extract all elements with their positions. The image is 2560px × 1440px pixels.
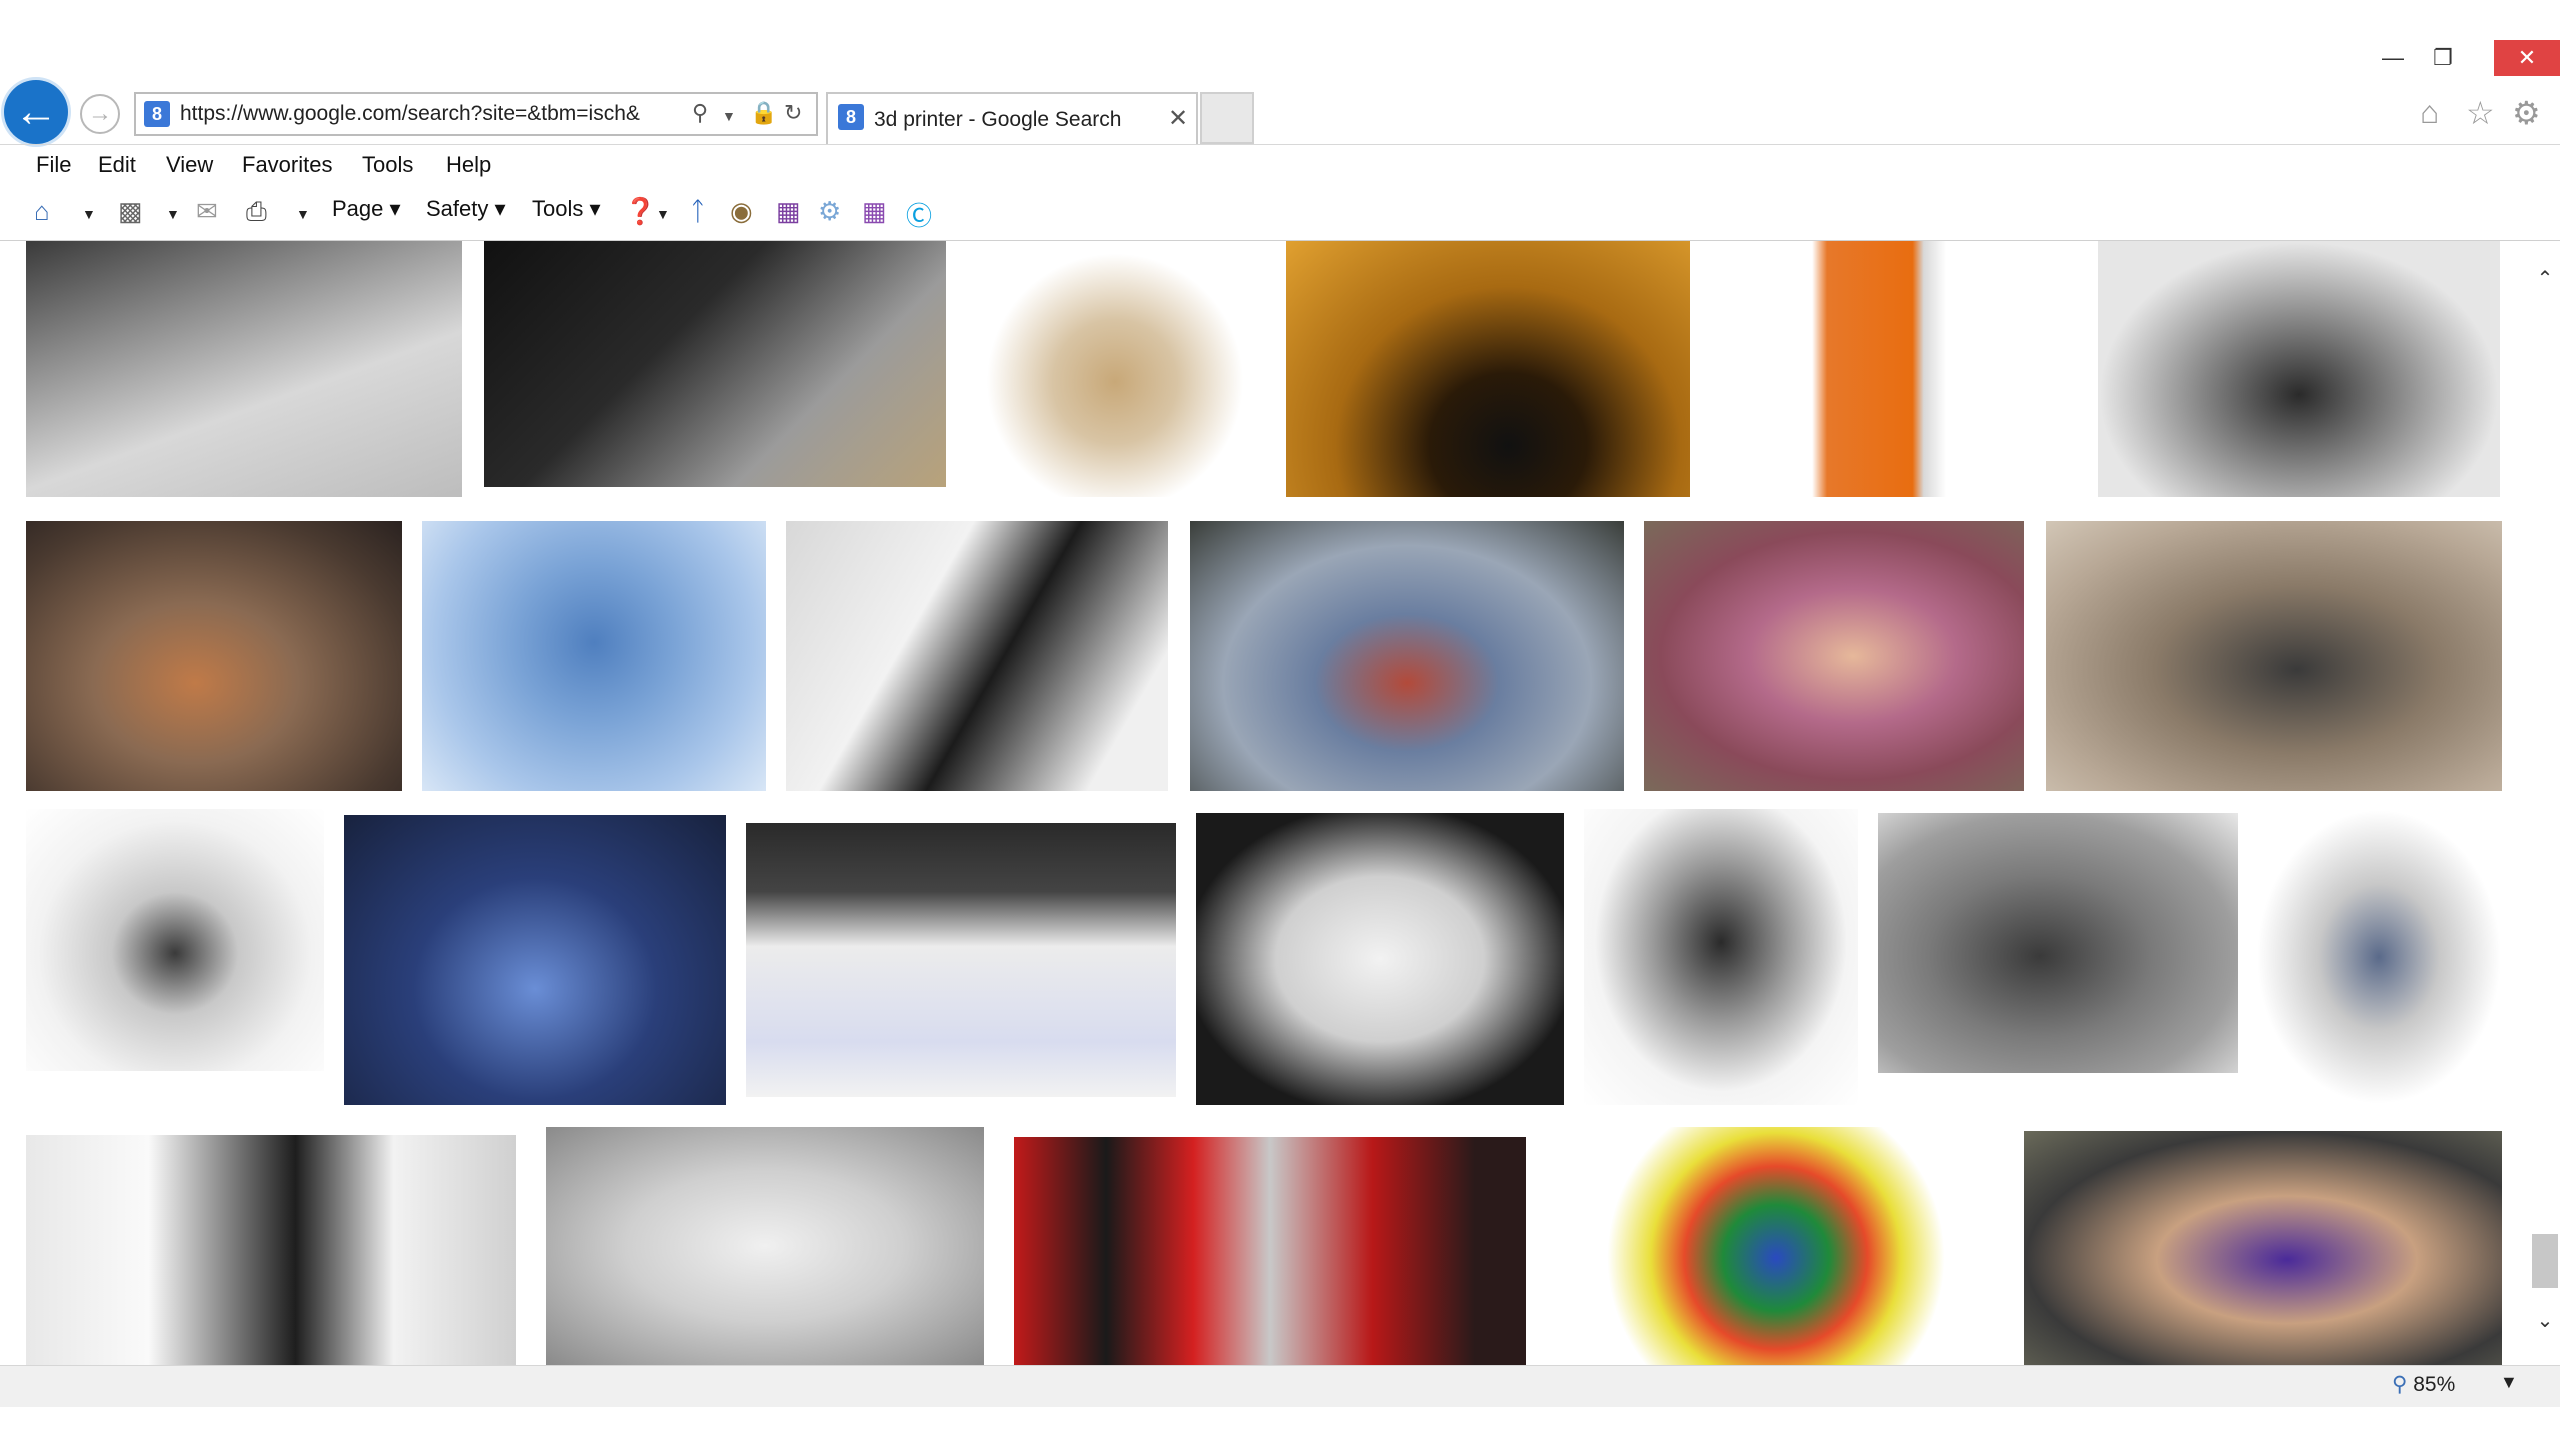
address-bar[interactable]: 8 https://www.google.com/search?site=&tb… xyxy=(134,92,818,136)
print-icon[interactable]: ⎙ xyxy=(246,196,267,228)
status-bar xyxy=(0,1365,2560,1408)
image-result[interactable] xyxy=(546,1127,984,1365)
scroll-thumb[interactable] xyxy=(2532,1234,2558,1288)
image-result[interactable] xyxy=(2256,809,2502,1105)
zoom-level[interactable]: ⚲ 85% xyxy=(2392,1372,2455,1397)
dropdown-icon[interactable]: ▼ xyxy=(166,206,180,222)
menu-view[interactable]: View xyxy=(166,152,213,178)
forward-arrow-icon: → xyxy=(88,100,112,127)
addon-icon[interactable]: ◉ xyxy=(730,196,753,227)
image-result[interactable] xyxy=(746,823,1176,1097)
scroll-up-icon[interactable]: ⌃ xyxy=(2530,266,2560,291)
back-arrow-icon: ← xyxy=(14,87,58,136)
onenote-icon[interactable]: ▦ xyxy=(776,196,801,227)
image-result[interactable] xyxy=(26,1135,516,1365)
zoom-icon: ⚲ xyxy=(2392,1373,2408,1396)
image-result[interactable] xyxy=(1708,241,2080,497)
dropdown-icon[interactable]: ▼ xyxy=(722,108,736,124)
dropdown-icon[interactable]: ▼ xyxy=(82,206,96,222)
tab-favicon-icon: 8 xyxy=(838,104,864,130)
menu-file[interactable]: File xyxy=(36,152,71,178)
image-result[interactable] xyxy=(1644,521,2024,791)
image-result[interactable] xyxy=(1878,813,2238,1073)
lock-icon[interactable]: 🔒 xyxy=(750,100,777,126)
image-result[interactable] xyxy=(1286,241,1690,497)
forward-button[interactable]: → xyxy=(80,94,120,134)
vertical-scrollbar[interactable] xyxy=(2530,241,2560,1365)
image-results xyxy=(0,241,2530,1365)
dropdown-icon[interactable]: ▼ xyxy=(656,206,670,222)
search-icon[interactable]: ⚲ xyxy=(692,100,708,126)
scroll-down-icon[interactable]: ⌄ xyxy=(2530,1308,2560,1333)
image-result[interactable] xyxy=(484,241,946,487)
menu-tools[interactable]: Tools xyxy=(362,152,413,178)
bluetooth-icon[interactable]: ᛏ xyxy=(690,196,706,227)
settings-addon-icon[interactable]: ⚙ xyxy=(818,196,841,227)
menu-favorites[interactable]: Favorites xyxy=(242,152,332,178)
page-bottom xyxy=(0,1407,2560,1440)
image-result[interactable] xyxy=(1190,521,1624,791)
star-icon[interactable]: ☆ xyxy=(2466,94,2495,132)
image-result[interactable] xyxy=(1014,1137,1526,1365)
menu-edit[interactable]: Edit xyxy=(98,152,136,178)
home-icon[interactable]: ⌂ xyxy=(2420,94,2439,131)
url-text[interactable]: https://www.google.com/search?site=&tbm=… xyxy=(180,102,688,126)
tab-close-icon[interactable]: ✕ xyxy=(1168,104,1188,133)
image-result[interactable] xyxy=(422,521,766,791)
restore-icon[interactable]: ❐ xyxy=(2410,40,2476,76)
tab-title: 3d printer - Google Search xyxy=(874,108,1122,131)
image-result[interactable] xyxy=(964,241,1266,497)
help-icon[interactable]: ❓ xyxy=(624,196,656,227)
image-result[interactable] xyxy=(26,521,402,791)
image-result[interactable] xyxy=(344,815,726,1105)
mail-icon[interactable]: ✉ xyxy=(196,196,218,227)
image-result[interactable] xyxy=(26,241,462,497)
zoom-dropdown-icon[interactable]: ▼ xyxy=(2500,1372,2518,1393)
onenote-linked-icon[interactable]: ▦ xyxy=(862,196,887,227)
image-result[interactable] xyxy=(2098,241,2500,497)
image-result[interactable] xyxy=(2024,1131,2502,1365)
image-result[interactable] xyxy=(26,809,324,1071)
image-result[interactable] xyxy=(2046,521,2502,791)
gear-icon[interactable]: ⚙ xyxy=(2512,94,2541,132)
title-bar xyxy=(0,0,2560,40)
new-tab-button[interactable] xyxy=(1200,92,1254,144)
tab-google-search[interactable]: 8 3d printer - Google Search ✕ xyxy=(826,92,1198,144)
site-favicon-icon: 8 xyxy=(144,101,170,127)
dropdown-icon[interactable]: ▼ xyxy=(296,206,310,222)
feeds-icon[interactable]: ▩ xyxy=(118,196,143,227)
image-result[interactable] xyxy=(1574,1127,1978,1365)
image-result[interactable] xyxy=(1584,809,1858,1105)
image-result[interactable] xyxy=(1196,813,1564,1105)
home-icon[interactable]: ⌂ xyxy=(34,196,50,227)
refresh-icon[interactable]: ↻ xyxy=(784,100,802,126)
image-result[interactable] xyxy=(786,521,1168,791)
safety-menu[interactable]: Safety ▾ xyxy=(426,196,506,222)
tools-menu[interactable]: Tools ▾ xyxy=(532,196,601,222)
close-icon[interactable]: ✕ xyxy=(2494,40,2560,76)
menu-help[interactable]: Help xyxy=(446,152,491,178)
page-menu[interactable]: Page ▾ xyxy=(332,196,401,222)
skype-icon[interactable]: Ⓒ xyxy=(906,196,932,233)
back-button[interactable]: ← xyxy=(4,80,68,144)
